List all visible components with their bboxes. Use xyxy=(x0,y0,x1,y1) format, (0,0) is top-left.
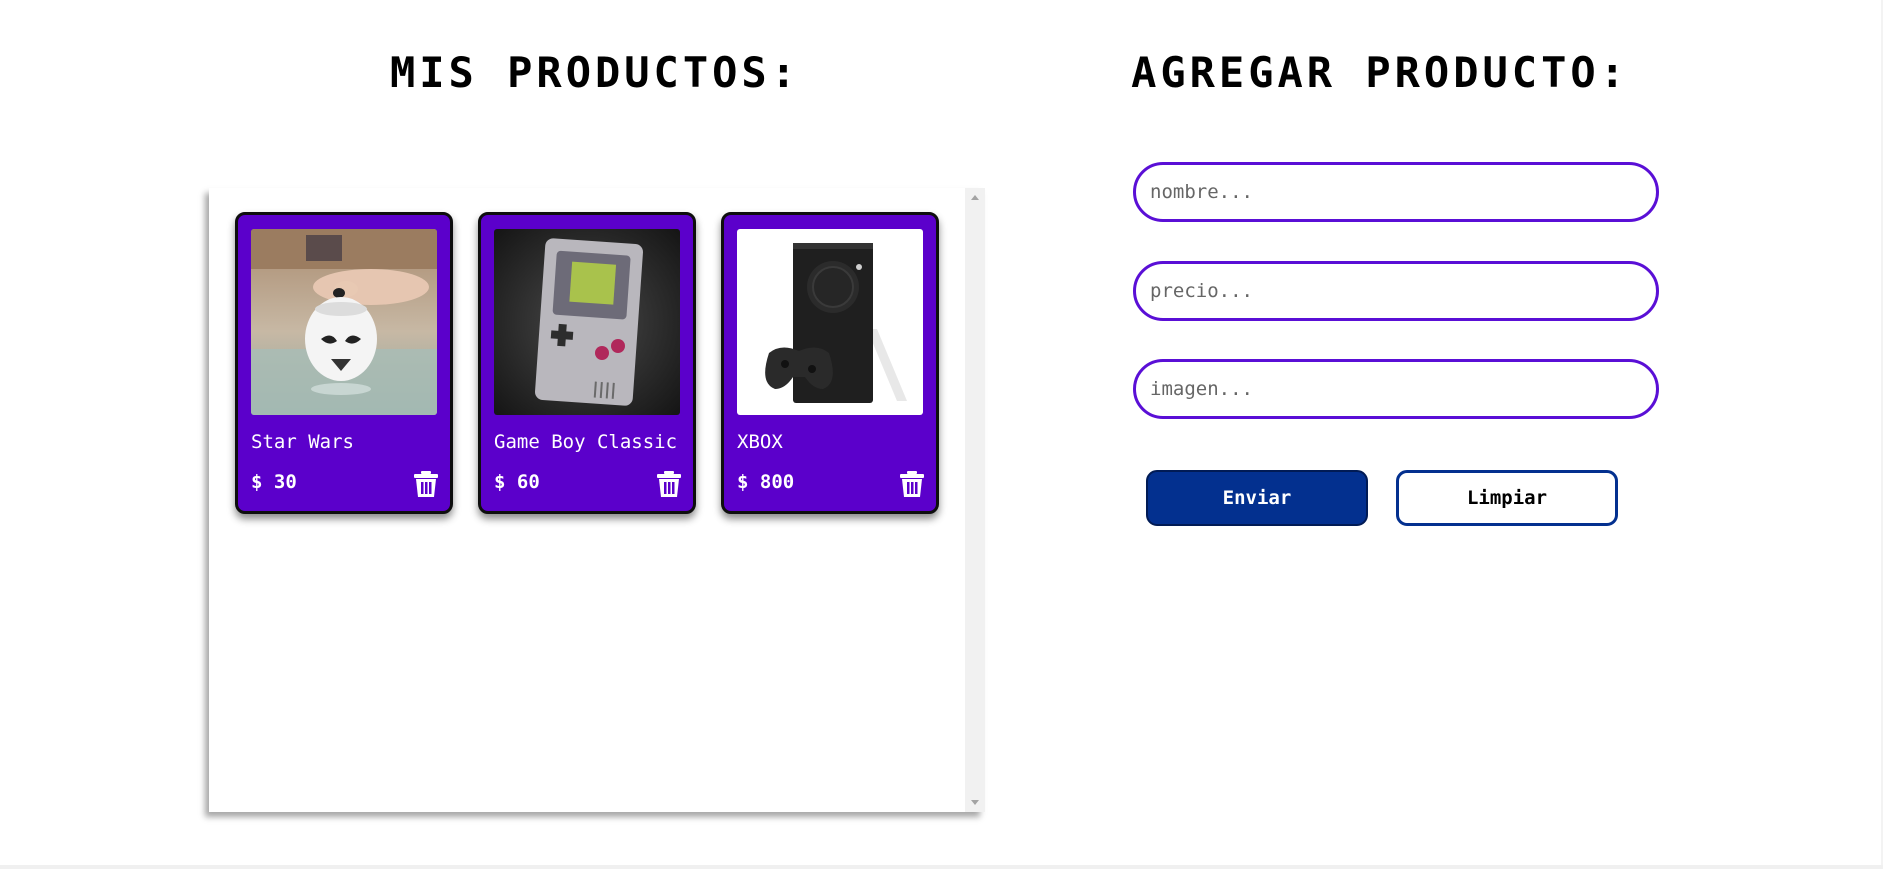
scroll-down-arrow-icon[interactable] xyxy=(971,800,979,805)
products-title: MIS PRODUCTOS: xyxy=(389,48,800,97)
add-product-title: AGREGAR PRODUCTO: xyxy=(1131,48,1629,97)
page-bottom-edge xyxy=(0,865,1883,869)
delete-product-button[interactable] xyxy=(899,470,925,498)
trash-icon xyxy=(900,471,924,497)
product-image-game-boy xyxy=(494,229,680,415)
product-card: Game Boy Classic $ 60 xyxy=(478,212,696,514)
product-name: Star Wars xyxy=(251,431,354,453)
delete-product-button[interactable] xyxy=(413,470,439,498)
products-scrollbar[interactable] xyxy=(965,188,985,812)
game-boy-image xyxy=(494,229,680,415)
xbox-image xyxy=(737,229,923,415)
clear-button[interactable]: Limpiar xyxy=(1396,470,1618,526)
product-price: $ 800 xyxy=(737,471,795,493)
product-price: $ 30 xyxy=(251,471,297,493)
product-name: Game Boy Classic xyxy=(494,431,678,453)
trash-icon xyxy=(657,471,681,497)
submit-button[interactable]: Enviar xyxy=(1146,470,1368,526)
products-list-panel: Star Wars $ 30 Game Boy Classic $ 60 XBO… xyxy=(209,188,985,812)
stormtrooper-mug-image xyxy=(251,229,437,415)
price-input[interactable] xyxy=(1133,261,1659,321)
image-input[interactable] xyxy=(1133,359,1659,419)
product-card: Star Wars $ 30 xyxy=(235,212,453,514)
product-price: $ 60 xyxy=(494,471,540,493)
product-name: XBOX xyxy=(737,431,783,453)
name-input[interactable] xyxy=(1133,162,1659,222)
product-image-xbox xyxy=(737,229,923,415)
trash-icon xyxy=(414,471,438,497)
delete-product-button[interactable] xyxy=(656,470,682,498)
scroll-up-arrow-icon[interactable] xyxy=(971,195,979,200)
product-image-stormtrooper-mug xyxy=(251,229,437,415)
product-card: XBOX $ 800 xyxy=(721,212,939,514)
